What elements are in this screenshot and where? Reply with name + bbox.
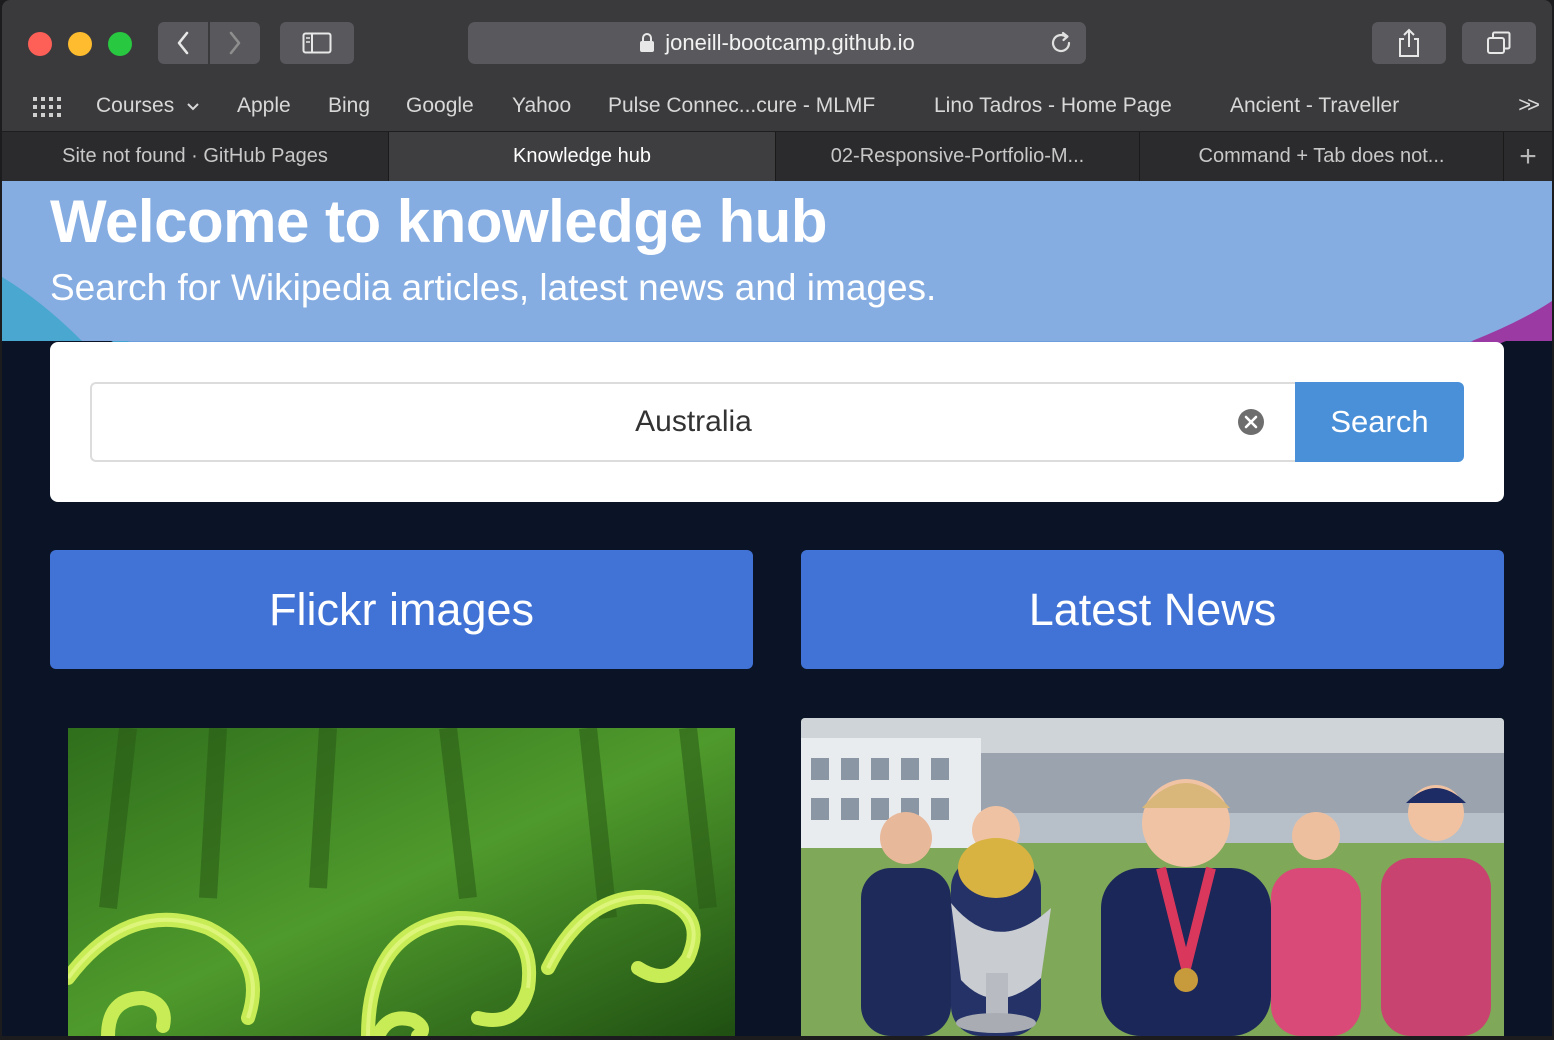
address-text: joneill-bootcamp.github.io xyxy=(665,30,915,55)
search-button[interactable]: Search xyxy=(1295,382,1464,462)
flickr-images-button[interactable]: Flickr images xyxy=(50,550,753,669)
address-bar[interactable]: joneill-bootcamp.github.io xyxy=(468,22,1086,64)
page-content: Welcome to knowledge hub Search for Wiki… xyxy=(2,181,1552,1036)
share-button[interactable] xyxy=(1372,22,1446,64)
sidebar-icon xyxy=(302,32,332,54)
favorite-ancient-traveller[interactable]: Ancient - Traveller xyxy=(1230,94,1399,118)
search-input[interactable]: Australia xyxy=(90,382,1295,462)
favorites-bar: Courses Apple Bing Google Yahoo Pulse Co… xyxy=(2,82,1552,132)
tab-bar: Site not found · GitHub Pages Knowledge … xyxy=(2,132,1552,181)
favorite-google[interactable]: Google xyxy=(406,94,474,118)
chevron-left-icon xyxy=(177,31,189,55)
favorite-courses[interactable]: Courses xyxy=(96,94,200,118)
page-title: Welcome to knowledge hub xyxy=(50,188,827,255)
page-subtitle: Search for Wikipedia articles, latest ne… xyxy=(50,267,937,308)
top-sites-grid-icon[interactable] xyxy=(32,96,62,118)
favorite-label: Courses xyxy=(96,94,175,117)
favorites-overflow-button[interactable]: >> xyxy=(1518,92,1540,118)
sidebar-toggle-button[interactable] xyxy=(280,22,354,64)
chevron-down-icon xyxy=(187,103,199,111)
chevron-right-icon xyxy=(229,31,241,55)
browser-window: joneill-bootcamp.github.io Courses Apple… xyxy=(2,0,1552,1036)
tab-label: Site not found · GitHub Pages xyxy=(62,145,328,167)
tabs-overview-icon xyxy=(1487,31,1511,54)
favorite-apple[interactable]: Apple xyxy=(237,94,291,118)
tab-responsive-portfolio[interactable]: 02-Responsive-Portfolio-M... xyxy=(776,132,1140,181)
back-button[interactable] xyxy=(158,22,208,64)
tab-site-not-found[interactable]: Site not found · GitHub Pages xyxy=(2,132,389,181)
show-tabs-button[interactable] xyxy=(1462,22,1536,64)
zoom-window-button[interactable] xyxy=(108,32,132,56)
favorite-pulse-connect[interactable]: Pulse Connec...cure - MLMF xyxy=(608,94,875,118)
lock-icon xyxy=(640,33,655,52)
share-icon xyxy=(1399,28,1419,57)
clear-search-icon[interactable] xyxy=(1237,408,1265,436)
forward-button[interactable] xyxy=(210,22,260,64)
news-image[interactable] xyxy=(801,718,1504,1036)
favorite-lino-tadros[interactable]: Lino Tadros - Home Page xyxy=(934,94,1172,118)
latest-news-button[interactable]: Latest News xyxy=(801,550,1504,669)
minimize-window-button[interactable] xyxy=(68,32,92,56)
new-tab-button[interactable]: + xyxy=(1504,132,1552,181)
reload-icon[interactable] xyxy=(1048,30,1074,56)
search-card: Australia Search xyxy=(50,342,1504,502)
favorite-bing[interactable]: Bing xyxy=(328,94,370,118)
tab-label: Knowledge hub xyxy=(513,145,651,167)
tab-knowledge-hub[interactable]: Knowledge hub xyxy=(389,132,776,181)
browser-toolbar: joneill-bootcamp.github.io xyxy=(2,0,1552,83)
favorite-yahoo[interactable]: Yahoo xyxy=(512,94,571,118)
tab-label: 02-Responsive-Portfolio-M... xyxy=(830,145,1085,167)
tab-command-tab[interactable]: Command + Tab does not... xyxy=(1140,132,1504,181)
flickr-image[interactable] xyxy=(68,728,735,1036)
tab-label: Command + Tab does not... xyxy=(1198,145,1445,167)
close-window-button[interactable] xyxy=(28,32,52,56)
